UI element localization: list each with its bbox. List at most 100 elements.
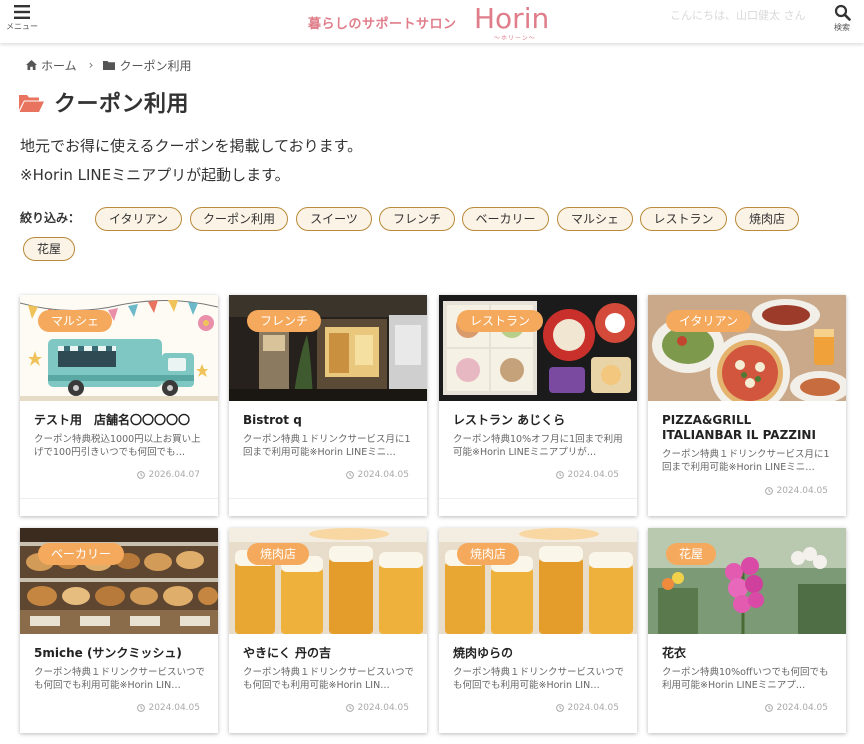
search-caption: 検索 [834, 23, 850, 32]
card-date: 2024.04.05 [765, 486, 828, 496]
coupon-card[interactable]: マルシェ テスト用 店舗名〇〇〇〇〇 クーポン特典税込1000円以上お買い上げで… [20, 295, 218, 516]
card-description: クーポン特典１ドリンクサービス月に1回まで利用可能※Horin LINEミニ… [243, 434, 411, 458]
card-description: クーポン特典１ドリンクサービスいつでも何回でも利用可能※Horin LIN… [243, 667, 415, 691]
card-category-badge: 焼肉店 [457, 543, 520, 565]
card-date: 2024.04.05 [556, 470, 619, 480]
card-date: 2024.04.05 [556, 703, 619, 713]
card-thumbnail: ベーカリー [20, 528, 218, 634]
clock-icon [556, 704, 565, 712]
page-title: クーポン利用 [54, 92, 190, 117]
folder-open-icon [19, 94, 44, 112]
card-date-text: 2024.04.05 [567, 703, 619, 713]
site-header: メニュー 暮らしのサポートサロン Horin 〜ホリーン〜 こんにちは、山口健太… [0, 0, 864, 43]
logo-tagline: 暮らしのサポートサロン [308, 17, 457, 32]
card-title: レストラン あじくら [453, 413, 566, 427]
card-thumbnail: フレンチ [229, 295, 427, 401]
card-date: 2024.04.05 [346, 470, 409, 480]
hamburger-icon [14, 5, 30, 19]
breadcrumb-home-label: ホーム [41, 58, 77, 73]
clock-icon [346, 704, 355, 712]
card-category-badge: マルシェ [38, 310, 113, 332]
filter-chip-yakiniku[interactable]: 焼肉店 [735, 207, 799, 231]
menu-button[interactable]: メニュー [0, 4, 44, 40]
card-description: クーポン特典１ドリンクサービスいつでも何回でも利用可能※Horin LIN… [34, 667, 206, 691]
greeting-text: こんにちは、山口健太 さん [670, 9, 806, 22]
clock-icon [765, 487, 774, 495]
card-category-badge: フレンチ [247, 310, 322, 332]
filter-label: 絞り込み： [20, 211, 81, 225]
coupon-card[interactable]: フレンチ Bistrot q クーポン特典１ドリンクサービス月に1回まで利用可能… [229, 295, 427, 516]
card-thumbnail: レストラン [439, 295, 637, 401]
card-date-text: 2024.04.05 [357, 470, 409, 480]
card-date-text: 2024.04.05 [357, 703, 409, 713]
card-thumbnail: 焼肉店 [229, 528, 427, 634]
card-category-badge: イタリアン [666, 310, 752, 332]
clock-icon [137, 471, 146, 479]
breadcrumb: ホーム › クーポン利用 [26, 57, 191, 73]
card-thumbnail: イタリアン [648, 295, 846, 401]
card-title: 花衣 [662, 646, 687, 660]
home-icon [26, 60, 37, 70]
card-category-badge: ベーカリー [38, 543, 125, 565]
coupon-card[interactable]: ベーカリー 5miche (サンクミッシュ) クーポン特典１ドリンクサービスいつ… [20, 528, 218, 733]
card-description: クーポン特典１ドリンクサービス月に1回まで利用可能※Horin LINEミニ… [662, 449, 830, 473]
breadcrumb-current[interactable]: クーポン利用 [103, 57, 191, 74]
card-title: 焼肉ゆらの [453, 646, 514, 660]
card-title: PIZZA&GRILL ITALIANBAR IL PAZZINI [662, 413, 816, 442]
logo-wordmark: Horin [474, 2, 550, 35]
card-divider [229, 498, 427, 499]
card-divider [20, 498, 218, 499]
breadcrumb-separator: › [88, 58, 94, 72]
card-description: クーポン特典税込1000円以上お買い上げで100円引きいつでも何回でも… [34, 434, 201, 458]
filter-chip-italian[interactable]: イタリアン [95, 207, 182, 231]
card-date-text: 2024.04.05 [776, 703, 828, 713]
card-thumbnail: マルシェ [20, 295, 218, 401]
card-date: 2024.04.05 [137, 703, 200, 713]
filter-chip-bakery[interactable]: ベーカリー [462, 207, 549, 231]
folder-icon [103, 61, 116, 70]
card-category-badge: 花屋 [666, 543, 717, 565]
filter-chip-florist[interactable]: 花屋 [23, 237, 75, 261]
card-date-text: 2026.04.07 [148, 470, 200, 480]
card-title: 5miche (サンクミッシュ) [34, 646, 182, 660]
card-thumbnail: 花屋 [648, 528, 846, 634]
search-button[interactable]: 検索 [820, 4, 864, 40]
card-date: 2024.04.05 [765, 703, 828, 713]
filter-chip-restaurant[interactable]: レストラン [640, 207, 727, 231]
clock-icon [765, 704, 774, 712]
filter-chip-french[interactable]: フレンチ [379, 207, 455, 231]
card-title: Bistrot q [243, 413, 302, 427]
menu-caption: メニュー [6, 22, 38, 31]
intro-line-1: 地元でお得に使えるクーポンを掲載しております。 [20, 137, 363, 155]
card-date-text: 2024.04.05 [148, 703, 200, 713]
coupon-card[interactable]: 焼肉店 焼肉ゆらの クーポン特典１ドリンクサービスいつでも何回でも利用可能※Ho… [439, 528, 637, 733]
card-title: テスト用 店舗名〇〇〇〇〇 [34, 413, 191, 427]
filter-chip-sweets[interactable]: スイーツ [296, 207, 372, 231]
clock-icon [346, 471, 355, 479]
filter-chip-marche[interactable]: マルシェ [557, 207, 633, 231]
coupon-card[interactable]: イタリアン PIZZA&GRILL ITALIANBAR IL PAZZINI … [648, 295, 846, 516]
card-date-text: 2024.04.05 [776, 486, 828, 496]
logo-subtitle: 〜ホリーン〜 [494, 35, 536, 42]
card-thumbnail: 焼肉店 [439, 528, 637, 634]
card-date: 2026.04.07 [137, 470, 200, 480]
search-icon [834, 4, 851, 21]
intro-line-2: ※Horin LINEミニアプリが起動します。 [20, 166, 290, 184]
coupon-card[interactable]: 花屋 花衣 クーポン特典10%offいつでも何回でも利用可能※Horin LIN… [648, 528, 846, 733]
card-description: クーポン特典10%offいつでも何回でも利用可能※Horin LINEミニアプ… [662, 667, 829, 691]
breadcrumb-current-label: クーポン利用 [119, 58, 192, 73]
clock-icon [556, 471, 565, 479]
intro-text: 地元でお得に使えるクーポンを掲載しております。 ※Horin LINEミニアプリ… [20, 132, 362, 190]
card-date-text: 2024.04.05 [567, 470, 619, 480]
card-divider [439, 498, 637, 499]
page-title-row: クーポン利用 [19, 86, 189, 118]
breadcrumb-home[interactable]: ホーム [26, 57, 77, 74]
card-date: 2024.04.05 [346, 703, 409, 713]
card-description: クーポン特典１ドリンクサービスいつでも何回でも利用可能※Horin LIN… [453, 667, 625, 691]
card-category-badge: 焼肉店 [247, 543, 310, 565]
card-title: やきにく 丹の吉 [243, 646, 331, 660]
card-category-badge: レストラン [457, 310, 544, 332]
filter-chip-coupon[interactable]: クーポン利用 [190, 207, 288, 231]
coupon-card[interactable]: 焼肉店 やきにく 丹の吉 クーポン特典１ドリンクサービスいつでも何回でも利用可能… [229, 528, 427, 733]
coupon-card[interactable]: レストラン レストラン あじくら クーポン特典10%オフ月に1回まで利用可能※H… [439, 295, 637, 516]
